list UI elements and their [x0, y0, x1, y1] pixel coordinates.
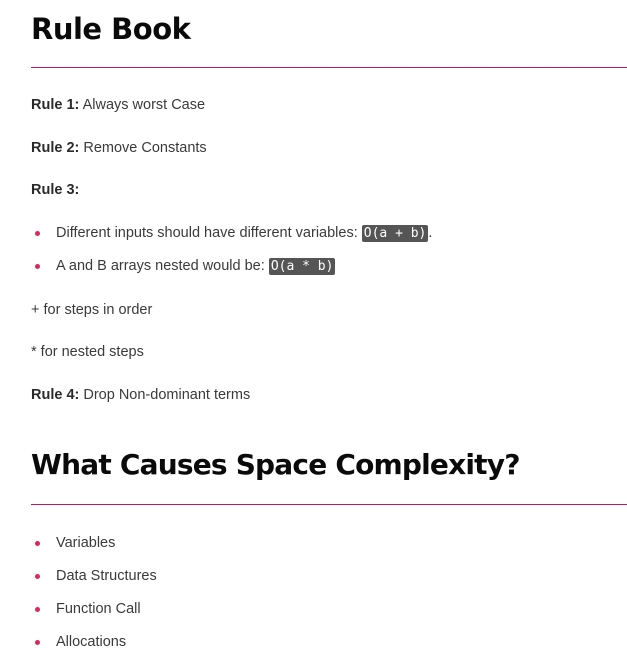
heading-divider [31, 504, 627, 505]
list-item-text: Data Structures [56, 568, 157, 584]
note-star: * for nested steps [31, 344, 144, 360]
rule-1-label: Rule 1: [31, 97, 80, 113]
rule-2: Rule 2: Remove Constants [31, 138, 207, 158]
list-item-text: Allocations [56, 634, 127, 650]
rule-1-text: Always worst Case [82, 97, 206, 113]
space-complexity-heading: What Causes Space Complexity? [31, 448, 520, 481]
inline-code: O(a * b) [268, 258, 336, 275]
note-plus: + for steps in order [31, 302, 153, 318]
rule-4: Rule 4: Drop Non-dominant terms [31, 385, 250, 405]
bullet-icon [35, 231, 40, 236]
rule-2-text: Remove Constants [83, 140, 207, 156]
bullet-icon [35, 541, 40, 546]
rule-3: Rule 3: [31, 180, 79, 200]
list-item-text: A and B arrays nested would be: O(a * b) [56, 258, 336, 275]
rule-1: Rule 1: Always worst Case [31, 95, 205, 115]
heading-divider [31, 67, 627, 68]
bullet-icon [35, 607, 40, 612]
rule-book-heading: Rule Book [31, 12, 191, 46]
list-item-text: Different inputs should have different v… [56, 225, 433, 242]
list-item-text: Function Call [56, 601, 141, 617]
bullet-icon [35, 264, 40, 269]
bullet-icon [35, 574, 40, 579]
rule-4-text: Drop Non-dominant terms [83, 387, 251, 403]
rule-3-label: Rule 3: [31, 182, 80, 198]
inline-code: O(a + b) [361, 225, 429, 242]
bullet-icon [35, 640, 40, 645]
page: Rule Book Rule 1: Always worst Case Rule… [0, 0, 627, 664]
rule-4-label: Rule 4: [31, 387, 80, 403]
list-item-text: Variables [56, 535, 116, 551]
rule-2-label: Rule 2: [31, 140, 80, 156]
